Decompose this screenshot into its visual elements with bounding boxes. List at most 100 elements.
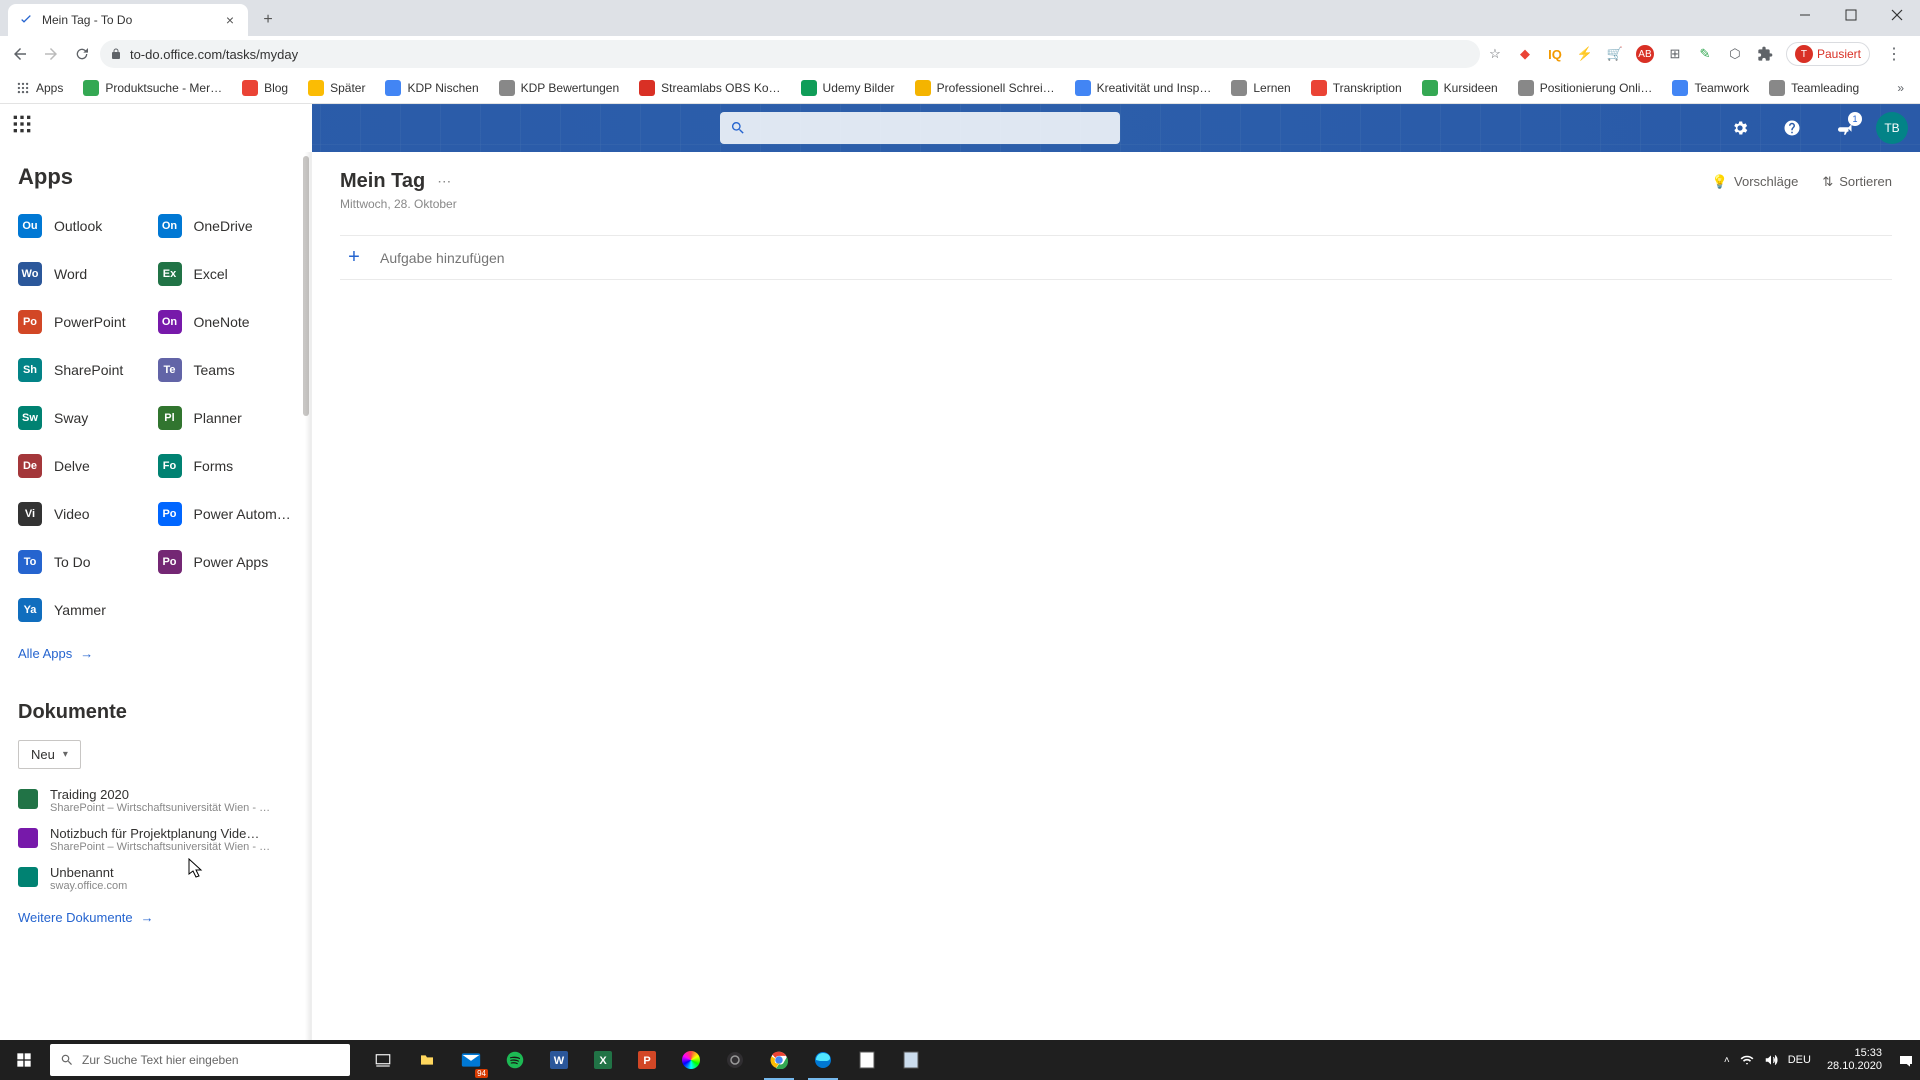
add-task-row[interactable]: + [340, 235, 1892, 280]
extension-icon[interactable]: 🛒 [1606, 45, 1624, 63]
lock-icon [110, 47, 122, 61]
app-item[interactable]: PoPower Autom… [158, 494, 294, 534]
clock[interactable]: 15:33 28.10.2020 [1821, 1047, 1888, 1073]
app-item[interactable]: FoForms [158, 446, 294, 486]
bookmark-icon [1231, 80, 1247, 96]
document-item[interactable]: Notizbuch für Projektplanung Vide…ShareP… [18, 826, 293, 853]
excel-button[interactable]: X [582, 1040, 624, 1080]
app-item[interactable]: ViVideo [18, 494, 154, 534]
spotify-button[interactable] [494, 1040, 536, 1080]
windows-search-input[interactable]: Zur Suche Text hier eingeben [50, 1044, 350, 1076]
bookmarks-overflow-button[interactable]: » [1889, 77, 1912, 99]
notifications-icon[interactable] [1898, 1052, 1914, 1068]
bookmark-item[interactable]: KDP Bewertungen [491, 76, 628, 100]
bookmark-item[interactable]: Produktsuche - Mer… [75, 76, 230, 100]
star-icon[interactable]: ☆ [1486, 45, 1504, 63]
app-item[interactable]: ToTo Do [18, 542, 154, 582]
sort-button[interactable]: ⇅ Sortieren [1822, 174, 1892, 190]
powerpoint-button[interactable]: P [626, 1040, 668, 1080]
app-item[interactable]: OnOneDrive [158, 206, 294, 246]
scrollbar-thumb[interactable] [303, 156, 309, 416]
app-item[interactable]: OnOneNote [158, 302, 294, 342]
bookmark-item[interactable]: Später [300, 76, 373, 100]
search-input[interactable] [720, 112, 1120, 144]
suggestions-button[interactable]: 💡 Vorschläge [1712, 174, 1799, 190]
browser-menu-button[interactable]: ⋮ [1882, 44, 1906, 64]
edge-button[interactable] [802, 1040, 844, 1080]
help-button[interactable] [1768, 104, 1816, 152]
document-item[interactable]: Unbenanntsway.office.com [18, 865, 293, 892]
app-launcher-button[interactable] [12, 114, 32, 134]
minimize-button[interactable] [1782, 0, 1828, 30]
language-indicator[interactable]: DEU [1788, 1054, 1811, 1066]
file-explorer-button[interactable] [406, 1040, 448, 1080]
list-options-button[interactable]: ⋯ [437, 173, 451, 190]
app-icon: Sh [18, 358, 42, 382]
extension-icon[interactable]: ⬡ [1726, 45, 1744, 63]
app-item[interactable]: PoPowerPoint [18, 302, 154, 342]
apps-shortcut[interactable]: Apps [8, 77, 71, 99]
app-item[interactable]: PlPlanner [158, 398, 294, 438]
taskbar-app-button[interactable] [670, 1040, 712, 1080]
taskbar-app-button[interactable] [890, 1040, 932, 1080]
bookmark-item[interactable]: KDP Nischen [377, 76, 486, 100]
volume-icon[interactable] [1764, 1053, 1778, 1067]
start-button[interactable] [0, 1040, 48, 1080]
tray-overflow-icon[interactable]: ˄ [1724, 1055, 1730, 1066]
app-item[interactable]: WoWord [18, 254, 154, 294]
app-item[interactable]: TeTeams [158, 350, 294, 390]
extension-icon[interactable]: ◆ [1516, 45, 1534, 63]
tab-close-button[interactable]: × [222, 12, 238, 28]
new-document-button[interactable]: Neu ▾ [18, 740, 81, 769]
extensions-icon[interactable] [1756, 45, 1774, 63]
app-item[interactable]: PoPower Apps [158, 542, 294, 582]
browser-tab[interactable]: Mein Tag - To Do × [8, 4, 248, 36]
back-button[interactable] [8, 40, 33, 68]
bookmark-item[interactable]: Positionierung Onli… [1510, 76, 1661, 100]
app-item[interactable]: YaYammer [18, 590, 154, 630]
bookmark-item[interactable]: Udemy Bilder [793, 76, 903, 100]
mail-button[interactable]: 94 [450, 1040, 492, 1080]
bookmark-item[interactable]: Professionell Schrei… [907, 76, 1063, 100]
wifi-icon[interactable] [1740, 1054, 1754, 1066]
bookmark-item[interactable]: Teamwork [1664, 76, 1757, 100]
app-item[interactable]: ShSharePoint [18, 350, 154, 390]
bookmark-item[interactable]: Blog [234, 76, 296, 100]
document-location: SharePoint – Wirtschaftsuniversität Wien… [50, 802, 270, 814]
all-apps-link[interactable]: Alle Apps → [18, 646, 293, 661]
url-input[interactable]: to-do.office.com/tasks/myday [100, 40, 1480, 68]
document-item[interactable]: Traiding 2020SharePoint – Wirtschaftsuni… [18, 787, 293, 814]
announcements-button[interactable]: 1 [1820, 104, 1868, 152]
new-tab-button[interactable]: + [254, 6, 282, 34]
extension-icon[interactable]: AB [1636, 45, 1654, 63]
extension-icon[interactable]: ⚡ [1576, 45, 1594, 63]
app-item[interactable]: SwSway [18, 398, 154, 438]
extension-icon[interactable]: ⊞ [1666, 45, 1684, 63]
reload-button[interactable] [69, 40, 94, 68]
more-documents-link[interactable]: Weitere Dokumente → [18, 910, 293, 925]
app-item[interactable]: OuOutlook [18, 206, 154, 246]
settings-button[interactable] [1716, 104, 1764, 152]
add-task-input[interactable] [380, 250, 780, 266]
app-item[interactable]: DeDelve [18, 446, 154, 486]
account-avatar[interactable]: TB [1876, 112, 1908, 144]
bookmark-item[interactable]: Teamleading [1761, 76, 1867, 100]
taskbar-app-button[interactable] [846, 1040, 888, 1080]
word-button[interactable]: W [538, 1040, 580, 1080]
bookmark-item[interactable]: Transkription [1303, 76, 1410, 100]
maximize-button[interactable] [1828, 0, 1874, 30]
bookmark-item[interactable]: Kursideen [1414, 76, 1506, 100]
close-window-button[interactable] [1874, 0, 1920, 30]
bookmark-item[interactable]: Streamlabs OBS Ko… [631, 76, 788, 100]
task-view-button[interactable] [362, 1040, 404, 1080]
forward-button[interactable] [39, 40, 64, 68]
bookmark-icon [1672, 80, 1688, 96]
chrome-button[interactable] [758, 1040, 800, 1080]
bookmark-item[interactable]: Kreativität und Insp… [1067, 76, 1220, 100]
app-item[interactable]: ExExcel [158, 254, 294, 294]
extension-icon[interactable]: ✎ [1696, 45, 1714, 63]
bookmark-item[interactable]: Lernen [1223, 76, 1298, 100]
obs-button[interactable] [714, 1040, 756, 1080]
extension-icon[interactable]: IQ [1546, 45, 1564, 63]
profile-button[interactable]: T Pausiert [1786, 42, 1870, 66]
